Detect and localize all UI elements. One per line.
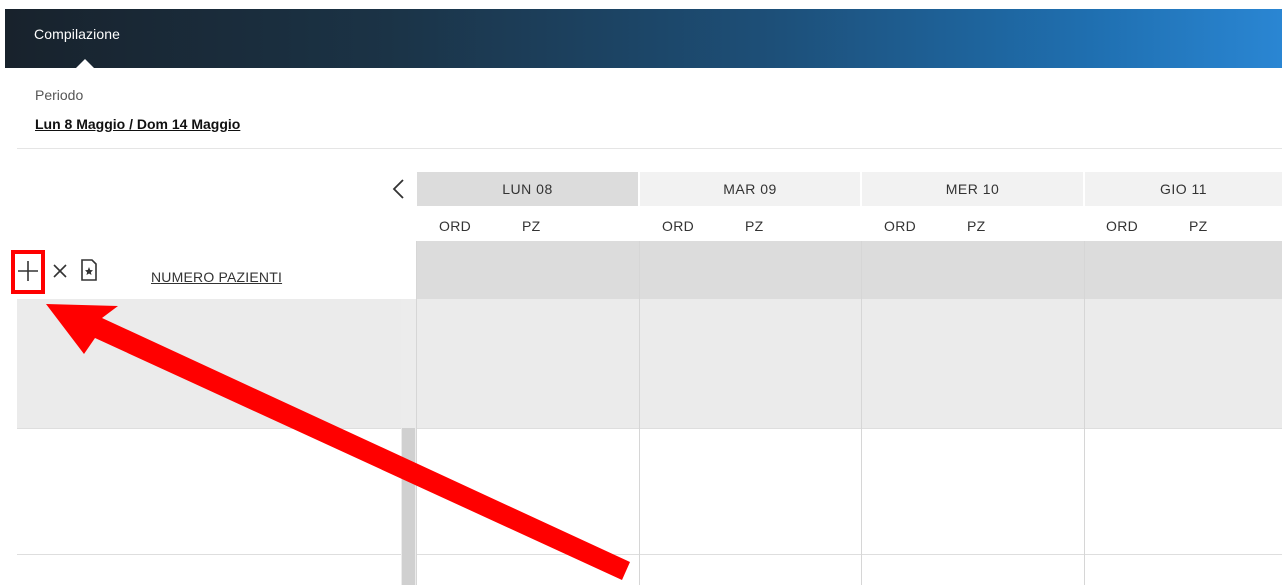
subcol-pz-lun: PZ (522, 218, 541, 234)
column-divider (416, 241, 417, 585)
top-strip (0, 0, 1282, 9)
column-divider (1084, 241, 1085, 585)
subcol-ord-mer: ORD (884, 218, 917, 234)
subcol-ord-lun: ORD (439, 218, 472, 234)
chevron-left-icon[interactable] (390, 178, 408, 200)
period-label: Periodo (35, 87, 84, 103)
table-row[interactable] (17, 299, 1282, 428)
row-divider (17, 554, 1282, 555)
header-bar (5, 9, 1282, 68)
column-divider (639, 241, 640, 585)
plus-icon[interactable] (15, 258, 41, 284)
subcol-ord-mar: ORD (662, 218, 695, 234)
active-tab-indicator (76, 59, 94, 68)
day-header-gio[interactable]: GIO 11 (1085, 172, 1282, 206)
close-icon[interactable] (52, 263, 68, 279)
document-star-icon[interactable] (80, 259, 98, 281)
scrollbar-thumb[interactable] (402, 428, 415, 585)
day-header-mar[interactable]: MAR 09 (640, 172, 860, 206)
period-link[interactable]: Lun 8 Maggio / Dom 14 Maggio (35, 116, 240, 132)
day-header-lun[interactable]: LUN 08 (417, 172, 638, 206)
subcol-pz-mer: PZ (967, 218, 986, 234)
subcol-pz-mar: PZ (745, 218, 764, 234)
column-divider (861, 241, 862, 585)
summary-row (417, 241, 1282, 299)
day-header-mer[interactable]: MER 10 (862, 172, 1083, 206)
divider (17, 148, 1282, 149)
numero-pazienti-link[interactable]: NUMERO PAZIENTI (151, 269, 282, 285)
subcol-ord-gio: ORD (1106, 218, 1139, 234)
tab-compilazione[interactable]: Compilazione (34, 26, 120, 42)
row-divider (17, 428, 1282, 429)
subcol-pz-gio: PZ (1189, 218, 1208, 234)
